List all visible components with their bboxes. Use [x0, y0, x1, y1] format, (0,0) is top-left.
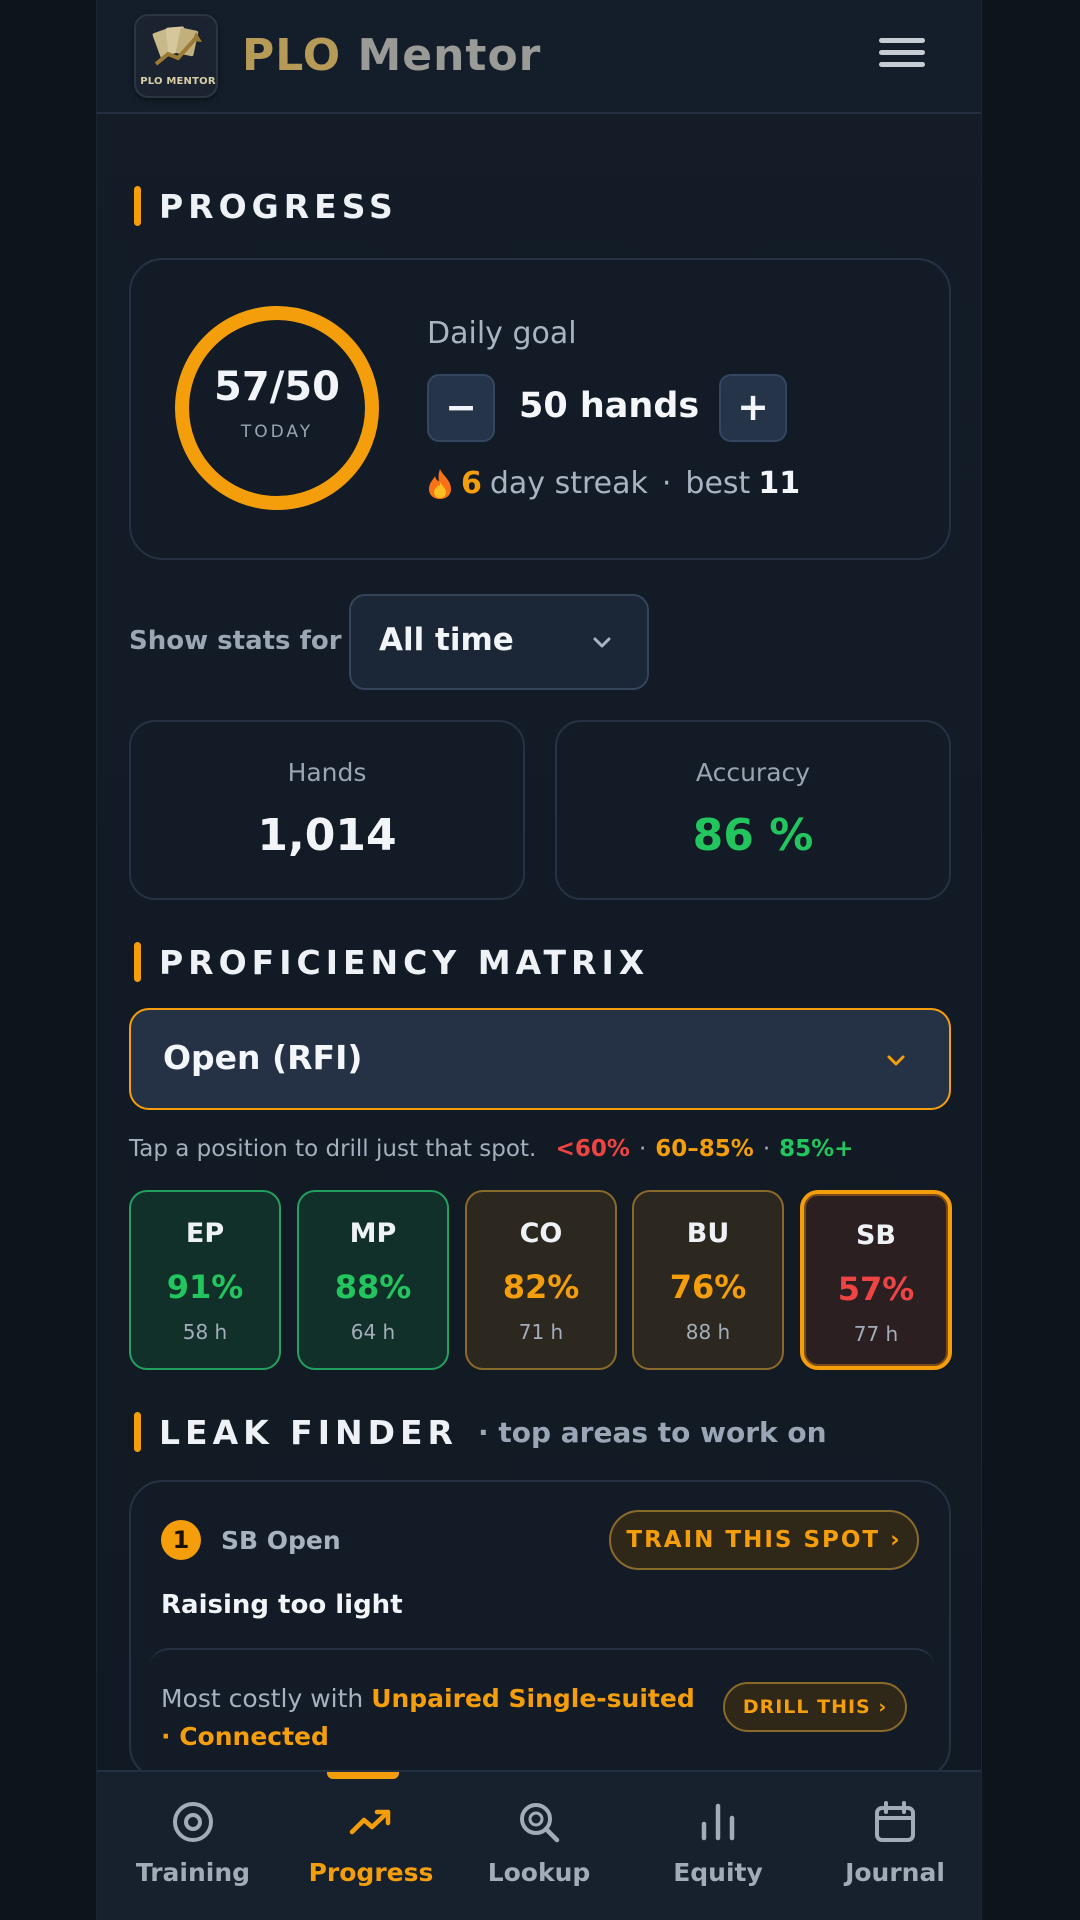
active-tab-indicator: [327, 1772, 399, 1779]
position-accuracy: 57%: [837, 1270, 915, 1308]
leak-section-header: LEAK FINDER · top areas to work on: [134, 1412, 827, 1452]
matrix-section-title: PROFICIENCY MATRIX: [159, 942, 650, 982]
section-accent-bar: [134, 1412, 141, 1452]
separator-dot: ·: [661, 466, 672, 501]
cards-logo-icon: [152, 26, 202, 66]
bar-chart-icon: [701, 1803, 735, 1841]
position-hands: 88 h: [685, 1320, 731, 1344]
hands-stat-card: Hands 1,014: [129, 720, 525, 900]
calendar-icon: [875, 1801, 915, 1842]
nav-tab-progress[interactable]: Progress: [291, 1800, 451, 1910]
position-accuracy: 82%: [502, 1268, 580, 1306]
ring-label: TODAY: [240, 422, 314, 442]
position-tile-ep[interactable]: EP 91% 58 h: [129, 1190, 281, 1370]
matrix-legend: Tap a position to drill just that spot. …: [129, 1136, 854, 1162]
increase-goal-button[interactable]: +: [719, 374, 787, 442]
bottom-nav: Training Progress Lookup Equity Journal: [97, 1770, 981, 1920]
stats-range-value: All time: [379, 622, 514, 658]
nav-label: Equity: [673, 1858, 763, 1887]
logo-text: PLO MENTOR: [140, 76, 216, 87]
nav-label: Progress: [308, 1858, 434, 1887]
legend-low: <60%: [555, 1136, 630, 1162]
position-name: BU: [686, 1218, 730, 1249]
daily-goal-label: Daily goal: [427, 316, 577, 351]
position-name: CO: [519, 1218, 563, 1249]
train-this-spot-button[interactable]: TRAIN THIS SPOT ›: [609, 1510, 919, 1570]
app-logo[interactable]: PLO MENTOR: [134, 14, 218, 98]
best-streak-value: 11: [758, 466, 801, 501]
position-accuracy: 88%: [334, 1268, 412, 1306]
flame-icon: [429, 468, 451, 499]
nav-label: Lookup: [487, 1858, 591, 1887]
progress-section-header: PROGRESS: [134, 186, 398, 226]
streak-line: 6 day streak · best 11: [427, 466, 800, 501]
target-icon: [173, 1802, 213, 1842]
leak-card: 1 SB Open TRAIN THIS SPOT › Raising too …: [129, 1480, 951, 1780]
position-hands: 77 h: [853, 1322, 899, 1346]
position-tile-mp[interactable]: MP 88% 64 h: [297, 1190, 449, 1370]
app-title-part2: Mentor: [357, 30, 542, 81]
chevron-down-icon: [887, 1055, 905, 1066]
matrix-section-header: PROFICIENCY MATRIX: [134, 942, 649, 982]
daily-progress-card: 57/50 TODAY Daily goal − 50 hands + 6 da…: [129, 258, 951, 560]
accuracy-stat-card: Accuracy 86 %: [555, 720, 951, 900]
leak-spot-name: SB Open: [221, 1526, 341, 1555]
position-name: MP: [349, 1218, 397, 1249]
leak-costly-text: Most costly with Unpaired Single-suited …: [161, 1680, 701, 1756]
accuracy-label: Accuracy: [695, 758, 811, 787]
drill-this-button[interactable]: DRILL THIS ›: [723, 1682, 907, 1732]
streak-count: 6: [461, 466, 482, 501]
leak-section-title: LEAK FINDER: [159, 1412, 458, 1452]
nav-label: Training: [135, 1858, 251, 1887]
position-name: EP: [185, 1218, 225, 1249]
position-accuracy: 91%: [166, 1268, 244, 1306]
app-title-part1: PLO: [242, 30, 342, 81]
nav-tab-equity[interactable]: Equity: [638, 1800, 798, 1910]
position-hands: 64 h: [350, 1320, 396, 1344]
nav-tab-journal[interactable]: Journal: [815, 1800, 975, 1910]
ring-value: 57/50: [214, 364, 340, 410]
position-accuracy: 76%: [669, 1268, 747, 1306]
streak-text: day streak: [489, 466, 648, 501]
matrix-hint: Tap a position to drill just that spot.: [129, 1136, 537, 1162]
daily-goal-value: 50 hands: [519, 386, 700, 426]
position-hands: 71 h: [518, 1320, 564, 1344]
position-name: SB: [855, 1220, 897, 1251]
position-tile-co[interactable]: CO 82% 71 h: [465, 1190, 617, 1370]
daily-progress-ring: 57/50 TODAY: [171, 302, 383, 514]
leak-rank-badge: 1: [161, 1520, 201, 1560]
trending-up-icon: [349, 1809, 391, 1835]
hands-value: 1,014: [257, 810, 397, 861]
search-icon: [520, 1803, 560, 1843]
leak-title: Raising too light: [161, 1590, 403, 1620]
nav-tab-training[interactable]: Training: [113, 1800, 273, 1910]
nav-label: Journal: [845, 1858, 945, 1887]
accuracy-value: 86 %: [692, 810, 814, 861]
legend-high: 85%+: [779, 1136, 854, 1162]
hamburger-menu-icon[interactable]: [879, 38, 925, 74]
app-title: PLO Mentor: [242, 30, 541, 81]
section-accent-bar: [134, 186, 141, 226]
best-label: best: [685, 466, 751, 501]
costly-prefix: Most costly with: [161, 1684, 364, 1713]
action-type-select[interactable]: Open (RFI): [129, 1008, 951, 1110]
hands-label: Hands: [287, 758, 367, 787]
app-frame: PLO MENTOR PLO Mentor PROGRESS 57/50 TOD…: [96, 0, 982, 1920]
position-tile-bu[interactable]: BU 76% 88 h: [632, 1190, 784, 1370]
stats-range-label: Show stats for: [129, 626, 342, 656]
legend-mid: 60–85%: [655, 1136, 754, 1162]
position-tile-sb[interactable]: SB 57% 77 h: [800, 1190, 952, 1370]
action-type-value: Open (RFI): [163, 1038, 363, 1077]
section-accent-bar: [134, 942, 141, 982]
nav-tab-lookup[interactable]: Lookup: [459, 1800, 619, 1910]
decrease-goal-button[interactable]: −: [427, 374, 495, 442]
leak-section-subtitle: · top areas to work on: [477, 1415, 827, 1449]
progress-section-title: PROGRESS: [159, 186, 398, 226]
position-hands: 58 h: [182, 1320, 228, 1344]
chevron-down-icon: [593, 637, 611, 648]
top-bar: PLO MENTOR PLO Mentor: [97, 0, 981, 114]
stats-range-select[interactable]: All time: [349, 594, 649, 690]
